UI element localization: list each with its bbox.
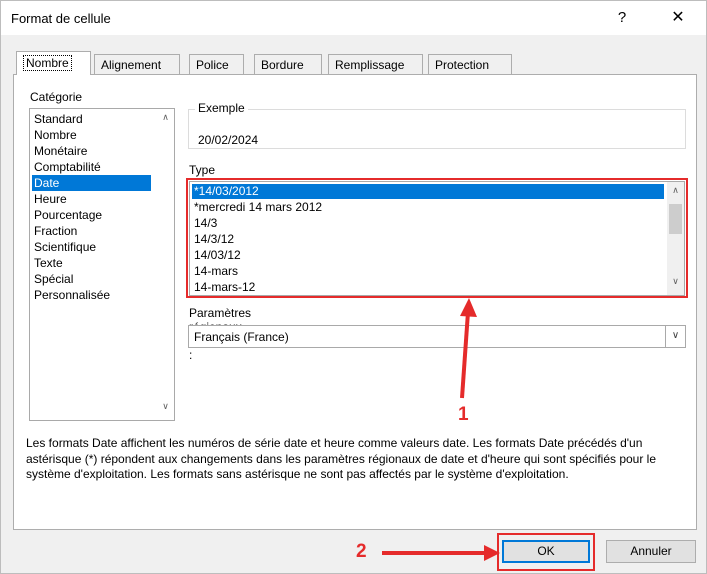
category-item-personnalisee[interactable]: Personnalisée <box>32 287 151 303</box>
category-item-scientifique[interactable]: Scientifique <box>32 239 151 255</box>
type-item[interactable]: 14/3/12 <box>192 232 664 247</box>
type-listbox[interactable]: *14/03/2012 *mercredi 14 mars 2012 14/3 … <box>189 181 685 296</box>
title-bar: Format de cellule ? ✕ <box>1 1 706 35</box>
tab-protection[interactable]: Protection <box>428 54 512 74</box>
category-item-special[interactable]: Spécial <box>32 271 151 287</box>
sample-value: 20/02/2024 <box>198 133 259 147</box>
scroll-up-arrow-icon[interactable]: ∧ <box>157 112 174 128</box>
help-button[interactable]: ? <box>612 7 632 29</box>
tab-remplissage[interactable]: Remplissage <box>328 54 423 74</box>
category-scrollbar[interactable]: ∧ ∨ <box>157 109 174 420</box>
tab-nombre[interactable]: Nombre <box>16 51 91 75</box>
ok-button[interactable]: OK <box>502 540 590 563</box>
tab-bordure[interactable]: Bordure <box>254 54 322 74</box>
type-item[interactable]: *14/03/2012 <box>192 184 664 199</box>
type-item[interactable]: 14/3 <box>192 216 664 231</box>
type-scrollbar[interactable]: ∧ ∨ <box>667 182 684 295</box>
scroll-down-arrow-icon[interactable]: ∨ <box>667 276 684 292</box>
chevron-down-icon[interactable]: ∨ <box>665 326 685 347</box>
tab-alignement[interactable]: Alignement <box>94 54 180 74</box>
category-item-comptabilite[interactable]: Comptabilité <box>32 159 151 175</box>
category-item-pourcentage[interactable]: Pourcentage <box>32 207 151 223</box>
sample-group <box>188 109 686 149</box>
category-item-monetaire[interactable]: Monétaire <box>32 143 151 159</box>
category-item-nombre[interactable]: Nombre <box>32 127 151 143</box>
close-button[interactable]: ✕ <box>666 7 690 29</box>
dialog-title: Format de cellule <box>11 11 111 26</box>
category-item-heure[interactable]: Heure <box>32 191 151 207</box>
format-description: Les formats Date affichent les numéros d… <box>26 436 657 482</box>
category-item-fraction[interactable]: Fraction <box>32 223 151 239</box>
category-item-date[interactable]: Date <box>32 175 151 191</box>
scroll-down-arrow-icon[interactable]: ∨ <box>157 401 174 417</box>
category-item-texte[interactable]: Texte <box>32 255 151 271</box>
type-item[interactable]: 14-mars <box>192 264 664 279</box>
type-item[interactable]: 14-mars-12 <box>192 280 664 295</box>
tab-label: Nombre <box>23 55 72 71</box>
annotation-marker-2: 2 <box>356 541 367 562</box>
locale-select[interactable]: Français (France) ∨ <box>188 325 686 348</box>
type-item[interactable]: 14/03/12 <box>192 248 664 263</box>
annotation-marker-1: 1 <box>458 404 469 425</box>
tab-police[interactable]: Police <box>189 54 244 74</box>
locale-value: Français (France) <box>194 330 289 344</box>
scroll-thumb[interactable] <box>669 204 682 234</box>
category-listbox[interactable]: Standard Nombre Monétaire Comptabilité D… <box>29 108 175 421</box>
type-item[interactable]: *mercredi 14 mars 2012 <box>192 200 664 215</box>
sample-label: Exemple <box>195 101 248 115</box>
cancel-button[interactable]: Annuler <box>606 540 696 563</box>
scroll-up-arrow-icon[interactable]: ∧ <box>667 185 684 201</box>
category-item-standard[interactable]: Standard <box>32 111 151 127</box>
